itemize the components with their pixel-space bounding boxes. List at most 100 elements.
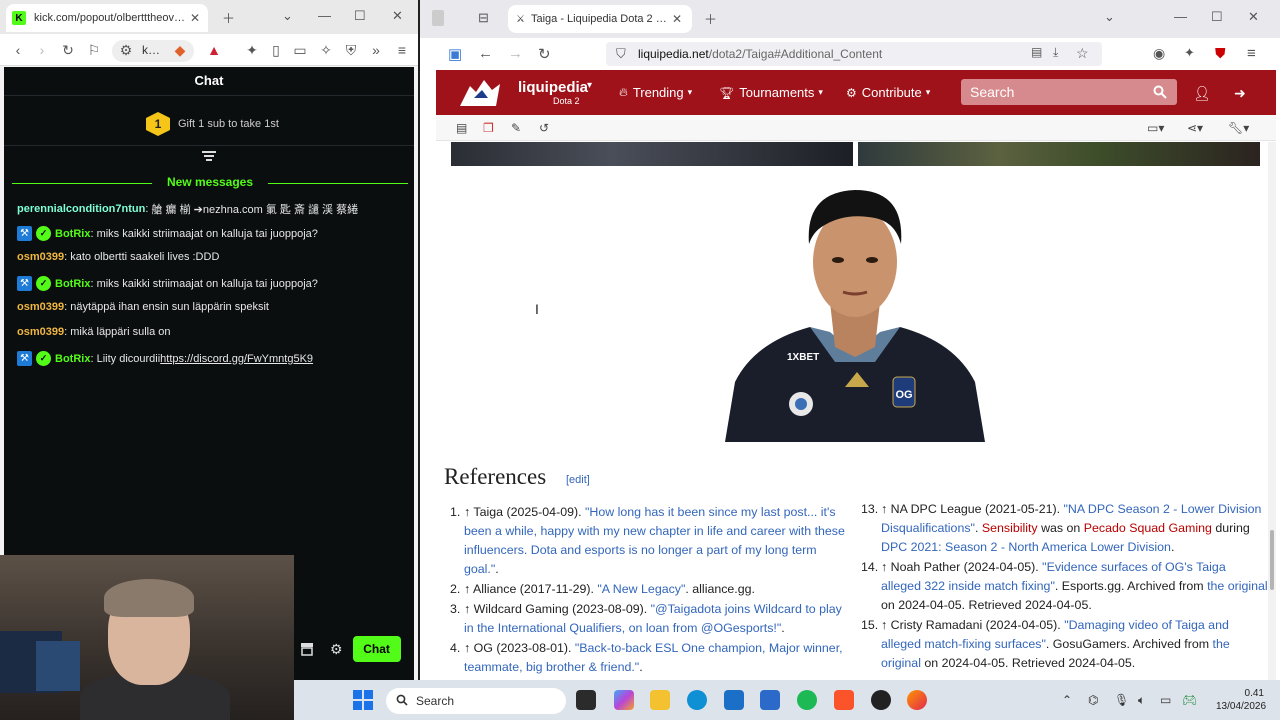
file-explorer-icon[interactable] bbox=[650, 690, 670, 710]
menu-icon[interactable]: ≡ bbox=[1247, 45, 1256, 62]
show-hidden-icons-icon[interactable]: ⌃ bbox=[1062, 693, 1072, 707]
reference-link[interactable]: "A New Legacy" bbox=[597, 582, 685, 596]
chat-username[interactable]: osm0399 bbox=[17, 301, 64, 313]
reference-link[interactable]: DPC 2021: Season 2 - North America Lower… bbox=[881, 540, 1171, 554]
reload-icon[interactable]: ↻ bbox=[60, 42, 76, 58]
player-photo[interactable]: OG 1XBET bbox=[725, 182, 985, 442]
chat-username[interactable]: perennialcondition7ntun bbox=[17, 203, 145, 215]
battery-icon[interactable]: ▭ bbox=[1160, 693, 1171, 707]
back-icon[interactable]: ← bbox=[478, 45, 493, 62]
save-page-icon[interactable]: ⤓ bbox=[1053, 45, 1058, 60]
taskbar-clock[interactable]: 0.41 13/04/2026 bbox=[1216, 687, 1266, 713]
speaker-icon[interactable]: 🔈︎ bbox=[1138, 693, 1145, 708]
store-icon[interactable] bbox=[724, 690, 744, 710]
nav-contribute[interactable]: ⚙ Contribute ▾ bbox=[846, 85, 930, 100]
reader-view-icon[interactable]: ▤ bbox=[1031, 45, 1042, 59]
tab-liquipedia[interactable]: ⚔ Taiga - Liquipedia Dota 2 Wiki ✕ bbox=[508, 5, 692, 33]
outlook-icon[interactable] bbox=[760, 690, 780, 710]
chat-username[interactable]: BotRix bbox=[55, 278, 90, 290]
bookmark-icon[interactable]: ⚐ bbox=[86, 42, 102, 58]
search-icon[interactable] bbox=[1153, 85, 1167, 99]
task-view-icon[interactable] bbox=[576, 690, 596, 710]
chat-username[interactable]: BotRix bbox=[55, 228, 90, 240]
taskbar-search[interactable]: Search bbox=[386, 688, 566, 714]
close-tab-icon[interactable]: ✕ bbox=[670, 12, 684, 26]
wallet-icon[interactable]: ▭ bbox=[292, 42, 308, 58]
history-icon[interactable]: ↺ bbox=[539, 121, 549, 135]
gallery-image[interactable] bbox=[858, 142, 1260, 166]
discussion-icon[interactable]: ❐ bbox=[483, 121, 494, 135]
network-icon[interactable]: ⌬ bbox=[1088, 693, 1098, 707]
minimize-icon[interactable]: — bbox=[1174, 9, 1187, 24]
tab-kick-popout[interactable]: K kick.com/popout/olbertttheovers ✕ bbox=[6, 4, 208, 32]
microphone-icon[interactable]: 🎙︎ bbox=[1114, 693, 1129, 707]
right-address-bar[interactable]: liquipedia.net/dota2/Taiga#Additional_Co… bbox=[606, 42, 1102, 66]
new-tab-icon[interactable]: ＋ bbox=[704, 9, 717, 28]
forward-icon[interactable]: → bbox=[508, 45, 523, 62]
display-settings-icon[interactable]: ▭▾ bbox=[1147, 121, 1164, 135]
gift-sub-banner[interactable]: 1 Gift 1 sub to take 1st bbox=[146, 112, 279, 136]
vpn-icon[interactable]: ⛨ bbox=[343, 42, 359, 58]
maximize-icon[interactable]: ☐ bbox=[354, 8, 366, 24]
tools-wrench-icon[interactable]: 🔧︎▾ bbox=[1228, 121, 1249, 135]
brave-shields-icon[interactable]: ◆ bbox=[172, 42, 188, 58]
chat-username[interactable]: osm0399 bbox=[17, 251, 64, 263]
filter-icon[interactable] bbox=[202, 151, 216, 163]
reference-link[interactable]: Sensibility bbox=[982, 521, 1038, 535]
leo-ai-icon[interactable]: ✧ bbox=[318, 42, 334, 58]
page-scrollbar[interactable] bbox=[1268, 142, 1276, 680]
new-messages-divider[interactable]: New messages bbox=[12, 175, 408, 191]
obs-icon[interactable] bbox=[871, 690, 891, 710]
vertical-tabs-icon[interactable] bbox=[432, 10, 444, 26]
edit-pencil-icon[interactable]: ✎ bbox=[511, 121, 521, 135]
ublock-icon[interactable]: ⛊ bbox=[1215, 45, 1226, 62]
liquipedia-brand[interactable]: liquipedia bbox=[518, 79, 588, 96]
windows-start-icon[interactable] bbox=[353, 690, 373, 710]
back-icon[interactable]: ‹ bbox=[10, 42, 26, 58]
close-window-icon[interactable]: ✕ bbox=[1248, 9, 1259, 25]
edit-section-link[interactable]: [edit] bbox=[566, 474, 590, 486]
nav-tournaments[interactable]: 🏆︎ Tournaments ▾ bbox=[719, 85, 823, 100]
account-icon[interactable]: ◉ bbox=[1153, 45, 1165, 62]
chat-username[interactable]: BotRix bbox=[55, 353, 90, 365]
chat-send-button[interactable]: Chat bbox=[352, 636, 401, 662]
scrollbar-thumb[interactable] bbox=[1270, 530, 1274, 590]
collections-icon[interactable]: ▣ bbox=[448, 45, 462, 63]
nav-trending[interactable]: 🔥︎ Trending ▾ bbox=[619, 85, 692, 100]
login-icon[interactable]: ➜ bbox=[1234, 85, 1246, 102]
tab-list-icon[interactable]: ⌄ bbox=[282, 8, 293, 24]
extensions-icon[interactable]: ✦ bbox=[244, 42, 260, 58]
maximize-icon[interactable]: ☐ bbox=[1211, 9, 1223, 25]
chat-settings-icon[interactable]: ⚙ bbox=[330, 641, 343, 658]
site-info-icon[interactable]: ⛉ bbox=[616, 46, 626, 62]
chat-link[interactable]: https://discord.gg/FwYmntg5K9 bbox=[160, 353, 313, 365]
extensions-icon[interactable]: ✦ bbox=[1184, 45, 1195, 61]
minimize-icon[interactable]: — bbox=[318, 8, 331, 23]
firefox-icon[interactable] bbox=[907, 690, 927, 710]
controller-icon[interactable]: 🎮︎ bbox=[1182, 693, 1197, 707]
spotify-icon[interactable] bbox=[797, 690, 817, 710]
site-settings-icon[interactable]: ⚙ bbox=[118, 42, 134, 58]
chat-username[interactable]: osm0399 bbox=[17, 326, 64, 338]
reference-link[interactable]: the original bbox=[1207, 579, 1268, 593]
copilot-icon[interactable] bbox=[614, 690, 634, 710]
store-icon[interactable] bbox=[300, 642, 314, 656]
more-tools-icon[interactable]: » bbox=[368, 42, 384, 58]
share-icon[interactable]: ⋖▾ bbox=[1187, 121, 1203, 135]
gallery-image[interactable] bbox=[451, 142, 853, 166]
search-input[interactable]: Search bbox=[961, 79, 1177, 105]
reload-icon[interactable]: ↻ bbox=[538, 45, 551, 63]
close-tab-icon[interactable]: ✕ bbox=[188, 11, 202, 25]
create-account-icon[interactable]: 👤︎ bbox=[1193, 85, 1211, 102]
brave-rewards-icon[interactable]: ▲ bbox=[206, 42, 222, 58]
brave-icon[interactable] bbox=[834, 690, 854, 710]
sidebar-icon[interactable]: ▯ bbox=[268, 42, 284, 58]
edge-icon[interactable] bbox=[687, 690, 707, 710]
bookmark-star-icon[interactable]: ☆ bbox=[1076, 45, 1089, 62]
reference-link[interactable]: Pecado Squad Gaming bbox=[1084, 521, 1212, 535]
forward-icon[interactable]: › bbox=[34, 42, 50, 58]
close-window-icon[interactable]: ✕ bbox=[392, 8, 403, 24]
article-icon[interactable]: ▤ bbox=[456, 121, 467, 135]
menu-icon[interactable]: ≡ bbox=[394, 42, 410, 58]
liquipedia-logo-icon[interactable] bbox=[456, 76, 504, 110]
